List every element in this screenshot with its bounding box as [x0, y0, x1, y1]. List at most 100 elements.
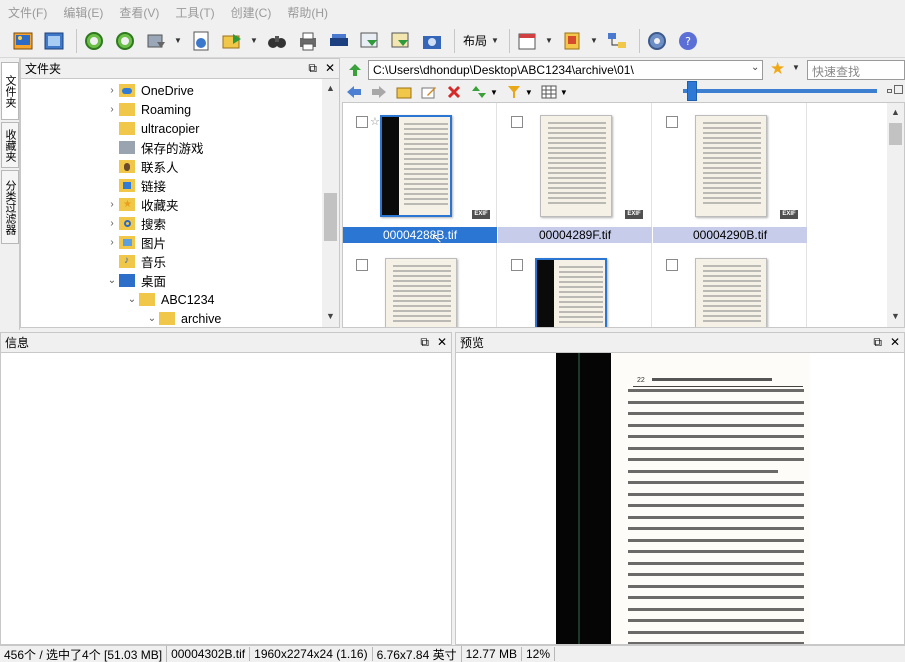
scroll-up-icon[interactable]: ▲: [322, 83, 339, 97]
favorite-star-icon[interactable]: ★: [770, 59, 785, 79]
filter-dropdown[interactable]: ▼: [525, 88, 533, 97]
thumbnail-tile[interactable]: [653, 246, 807, 327]
menu-edit[interactable]: 编辑(E): [55, 4, 111, 21]
favorites-dropdown[interactable]: ▼: [792, 63, 800, 72]
layout-dropdown[interactable]: ▼: [491, 36, 499, 45]
menu-help[interactable]: 帮助(H): [279, 4, 336, 21]
close-icon[interactable]: ✕: [890, 335, 900, 350]
chevron-right-icon[interactable]: ›: [105, 237, 119, 248]
thumbnail-tile[interactable]: ☆ EXIF 00004288B.tif ↖: [343, 103, 497, 246]
view-mode-button[interactable]: [540, 84, 558, 100]
scroll-thumb[interactable]: [889, 123, 902, 145]
float-icon[interactable]: ⧉: [420, 335, 429, 350]
print-button[interactable]: [295, 28, 321, 54]
thumbnail-tile[interactable]: EXIF 00004289F.tif: [498, 103, 652, 246]
chevron-right-icon[interactable]: ›: [105, 218, 119, 229]
view-mode-dropdown[interactable]: ▼: [560, 88, 568, 97]
new-folder-button[interactable]: [395, 84, 413, 100]
tile-checkbox[interactable]: [666, 259, 678, 271]
close-icon[interactable]: ✕: [325, 61, 335, 76]
chevron-right-icon[interactable]: ›: [105, 199, 119, 210]
fullscreen-button[interactable]: [41, 28, 67, 54]
chevron-down-icon[interactable]: ⌄: [145, 313, 159, 324]
tree-item-favorites[interactable]: › ★ 收藏夹: [105, 195, 179, 214]
tile-checkbox[interactable]: [356, 116, 368, 128]
float-icon[interactable]: ⧉: [873, 335, 882, 350]
calendar-button[interactable]: [514, 28, 540, 54]
tree-item-contacts[interactable]: 联系人: [105, 157, 179, 176]
thumbnail-size-slider[interactable]: [683, 89, 877, 93]
chevron-down-icon[interactable]: ⌄: [105, 275, 119, 286]
back-button[interactable]: [345, 84, 363, 100]
scan-button[interactable]: [326, 28, 352, 54]
scroll-thumb[interactable]: [324, 193, 337, 241]
slider-thumb[interactable]: [687, 81, 697, 101]
go-up-button[interactable]: [346, 62, 364, 78]
address-input[interactable]: C:\Users\dhondup\Desktop\ABC1234\archive…: [368, 60, 763, 80]
help-button[interactable]: ?: [675, 28, 701, 54]
thumbnail-tile[interactable]: [343, 246, 497, 327]
grid-scrollbar[interactable]: ▲ ▼: [887, 103, 904, 327]
close-icon[interactable]: ✕: [437, 335, 447, 350]
capture-button[interactable]: [419, 28, 445, 54]
rotate-left-button[interactable]: [81, 28, 107, 54]
tree-item-pictures[interactable]: › 图片: [105, 233, 166, 252]
quick-search-input[interactable]: 快速查找: [807, 60, 905, 80]
convert-button[interactable]: [143, 28, 169, 54]
tile-checkbox[interactable]: [511, 116, 523, 128]
sort-button[interactable]: [470, 84, 488, 100]
tree-item-desktop[interactable]: ⌄ 桌面: [105, 271, 166, 290]
filter-button[interactable]: [505, 84, 523, 100]
float-icon[interactable]: ⧉: [308, 61, 317, 76]
tree-item-search[interactable]: › 搜索: [105, 214, 166, 233]
layout-button[interactable]: 布局: [463, 32, 487, 49]
menu-create[interactable]: 创建(C): [223, 4, 280, 21]
find-button[interactable]: [264, 28, 290, 54]
thumbnail-tile[interactable]: EXIF 00004290B.tif: [653, 103, 807, 246]
tree-scrollbar[interactable]: ▲ ▼: [322, 79, 339, 327]
browse-button[interactable]: [10, 28, 36, 54]
tree-item-archive[interactable]: ⌄ archive: [145, 309, 222, 327]
tree-item-ultracopier[interactable]: ultracopier: [105, 119, 199, 138]
copy-to-button[interactable]: [219, 28, 245, 54]
calendar-dropdown[interactable]: ▼: [545, 36, 553, 45]
tile-checkbox[interactable]: [666, 116, 678, 128]
copy-to-dropdown[interactable]: ▼: [250, 36, 258, 45]
chevron-right-icon[interactable]: ›: [105, 104, 119, 115]
settings-button[interactable]: [644, 28, 670, 54]
convert-dropdown[interactable]: ▼: [174, 36, 182, 45]
menu-view[interactable]: 查看(V): [111, 4, 167, 21]
delete-button[interactable]: [445, 84, 463, 100]
rotate-right-button[interactable]: [112, 28, 138, 54]
menu-tools[interactable]: 工具(T): [167, 4, 222, 21]
properties-button[interactable]: [188, 28, 214, 54]
forward-button[interactable]: [370, 84, 388, 100]
tile-checkbox[interactable]: [356, 259, 368, 271]
rename-button[interactable]: [420, 84, 438, 100]
tab-folders[interactable]: 文件夹: [1, 62, 19, 120]
tag-dropdown[interactable]: ▼: [590, 36, 598, 45]
tree-item-music[interactable]: ♪ 音乐: [105, 252, 166, 271]
scroll-down-icon[interactable]: ▼: [322, 311, 339, 325]
rating-star-icon[interactable]: ☆: [370, 115, 380, 128]
thumbnail-tile[interactable]: [498, 246, 652, 327]
chevron-right-icon[interactable]: ›: [105, 85, 119, 96]
tree-item-roaming[interactable]: › Roaming: [105, 100, 191, 119]
tree-item-abc1234[interactable]: ⌄ ABC1234: [125, 290, 215, 309]
tree-item-saved-games[interactable]: 保存的游戏: [105, 138, 204, 157]
tree-item-links[interactable]: 链接: [105, 176, 166, 195]
batch-button[interactable]: [388, 28, 414, 54]
tag-button[interactable]: [559, 28, 585, 54]
tab-category-filter[interactable]: 分类过滤器: [1, 170, 19, 244]
address-dropdown-icon[interactable]: ⌄: [751, 62, 759, 73]
tree-item-onedrive[interactable]: › OneDrive: [105, 81, 193, 100]
chevron-down-icon[interactable]: ⌄: [125, 294, 139, 305]
move-to-button[interactable]: [357, 28, 383, 54]
network-button[interactable]: [604, 28, 630, 54]
tile-checkbox[interactable]: [511, 259, 523, 271]
scroll-down-icon[interactable]: ▼: [887, 311, 904, 325]
scroll-up-icon[interactable]: ▲: [887, 107, 904, 121]
sort-dropdown[interactable]: ▼: [490, 88, 498, 97]
tab-favorites[interactable]: 收藏夹: [1, 122, 19, 168]
menu-file[interactable]: 文件(F): [0, 4, 55, 21]
